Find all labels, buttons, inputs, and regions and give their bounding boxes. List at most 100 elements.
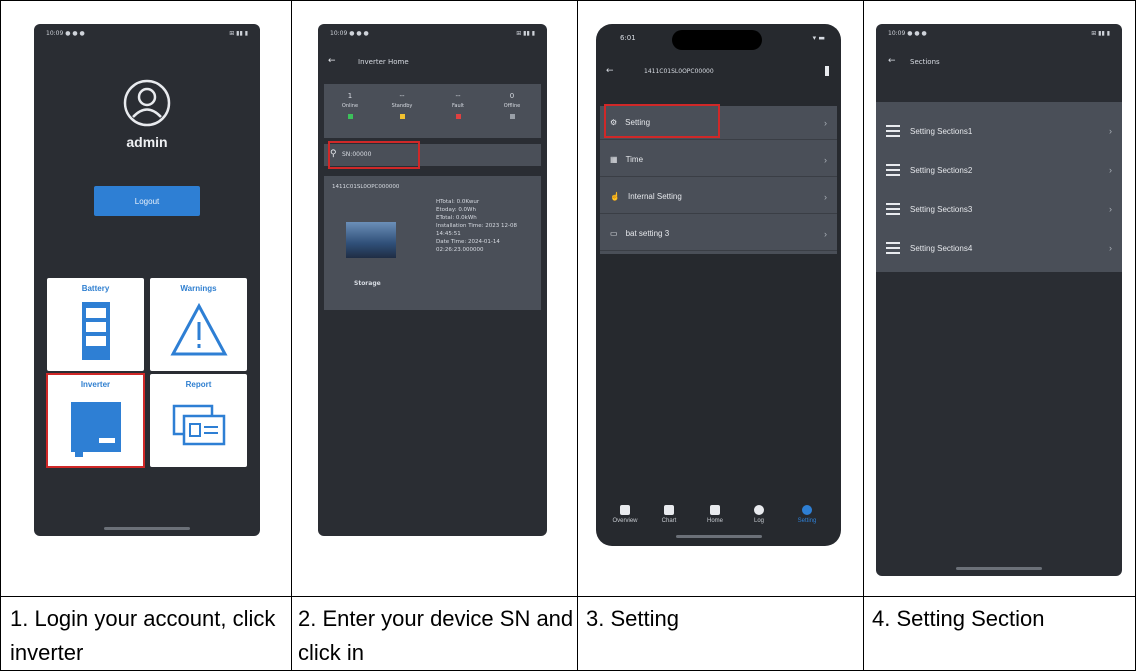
back-arrow-icon[interactable]: ← [888,56,896,66]
screenshot-login: 10:09 ● ● ● ⊞ ▮▮ ▮ admin Logout Battery W… [34,24,260,536]
battery-icon [82,302,110,360]
item-label: Time [625,155,644,164]
item-label: Internal Setting [627,192,682,201]
nav-chart[interactable]: Chart [654,505,684,524]
caption-step-4: 4. Setting Section [872,606,1045,631]
device-type: Storage [354,280,381,287]
stat-value: 1 [347,92,353,100]
highlight-search [328,141,420,169]
table-border-left [0,0,1,671]
device-sn: 1411C01SL0OPC000000 [332,184,400,190]
back-arrow-icon[interactable]: ← [606,66,614,76]
warning-icon [170,302,228,356]
caption-step-3: 3. Setting [586,606,679,631]
report-icon [172,404,226,446]
tile-warnings[interactable]: Warnings [150,278,247,371]
logout-button[interactable]: Logout [94,186,200,216]
chevron-right-icon: › [1109,126,1112,136]
table-col-divider-3 [863,0,864,671]
stat-dot [399,114,405,119]
chart-icon [664,505,674,515]
log-icon [754,505,764,515]
home-indicator [676,535,762,538]
stat-label: Fault [452,103,464,109]
calendar-icon: ▦ [610,155,618,164]
home-indicator [104,527,190,530]
list-item-bat-setting[interactable]: ▭ bat setting 3 › [600,217,837,251]
list-item-section-1[interactable]: Setting Sections1 › [876,114,1122,148]
stat-fault[interactable]: -- Fault [438,92,478,119]
chevron-right-icon: › [1109,243,1112,253]
stat-label: Standby [391,103,413,109]
user-avatar-icon [123,79,171,127]
overview-icon [620,505,630,515]
menu-icon[interactable] [825,66,829,76]
nav-label: Chart [661,518,677,524]
dynamic-island [672,30,762,50]
stat-online[interactable]: 1 Online [330,92,370,119]
tile-label: Report [185,380,212,389]
screenshot-inverter-home: 10:09 ● ● ● ⊞ ▮▮ ▮ ← Inverter Home 1 Onli… [318,24,547,536]
stat-dot [347,114,353,119]
screenshot-setting: 6:01 ▾ ▬ ← 1411C01SL0OPC00000 ⚙ Setting › … [596,24,841,546]
list-item-internal-setting[interactable]: ☝ Internal Setting › [600,180,837,214]
device-image [346,222,396,258]
home-indicator [956,567,1042,570]
caption-step-2: 2. Enter your device SN and click in [298,606,574,665]
chevron-right-icon: › [1109,165,1112,175]
battery-icon: ▭ [610,229,618,238]
detail-etotal: ETotal: 0.0kWh [436,215,477,221]
tile-battery[interactable]: Battery [47,278,144,371]
chevron-right-icon: › [1109,204,1112,214]
detail-htotal: HTotal: 0.0Kwur [436,199,480,205]
stat-dot [509,114,515,119]
nav-setting[interactable]: Setting [792,505,822,524]
stat-label: Online [341,103,359,109]
item-label: Setting Sections3 [910,204,973,214]
stat-label: Offline [503,103,521,109]
highlight-setting [604,104,720,138]
item-label: Setting Sections1 [910,126,973,136]
page-title: Sections [910,58,940,66]
nav-label: Overview [612,518,638,524]
back-arrow-icon[interactable]: ← [328,56,336,66]
list-item-section-2[interactable]: Setting Sections2 › [876,153,1122,187]
nav-overview[interactable]: Overview [610,505,640,524]
chevron-right-icon: › [824,117,827,128]
item-label: Setting Sections2 [910,165,973,175]
list-item-time[interactable]: ▦ Time › [600,143,837,177]
nav-label: Log [753,518,764,524]
stat-value: 0 [509,92,515,100]
item-label: bat setting 3 [625,229,670,238]
nav-log[interactable]: Log [744,505,774,524]
stat-value: -- [455,92,461,100]
status-bar: 10:09 ● ● ● ⊞ ▮▮ ▮ [888,30,1110,37]
status-icons: ▾ ▬ [812,34,825,42]
device-details: HTotal: 0.0Kwur Etoday: 0.0Wh ETotal: 0.… [436,198,536,254]
list-item-section-3[interactable]: Setting Sections3 › [876,192,1122,226]
device-card[interactable]: 1411C01SL0OPC000000 HTotal: 0.0Kwur Etod… [324,176,541,310]
list-icon [886,203,900,215]
clock: 6:01 [620,34,636,42]
stat-offline[interactable]: 0 Offline [492,92,532,119]
status-bar: 10:09 ● ● ● ⊞ ▮▮ ▮ [46,30,248,37]
table-col-divider-2 [577,0,578,671]
detail-date-time: Date Time: 2024-01-14 02:26:23.000000 [436,239,500,253]
list-item-section-4[interactable]: Setting Sections4 › [876,231,1122,265]
list-icon [886,242,900,254]
table-row-divider [0,596,1136,597]
home-icon [710,505,720,515]
tile-label: Warnings [180,284,217,293]
nav-home[interactable]: Home [700,505,730,524]
stat-standby[interactable]: -- Standby [382,92,422,119]
sections-list: Setting Sections1 › Setting Sections2 › Se… [876,102,1122,272]
hand-icon: ☝ [610,192,620,201]
detail-etoday: Etoday: 0.0Wh [436,207,476,213]
chevron-right-icon: › [824,228,827,239]
nav-label: Setting [797,518,817,524]
page-title: Inverter Home [358,58,409,66]
table-border-top [0,0,1136,1]
highlight-inverter [46,373,145,468]
tile-report[interactable]: Report [150,374,247,467]
table-col-divider-1 [291,0,292,671]
